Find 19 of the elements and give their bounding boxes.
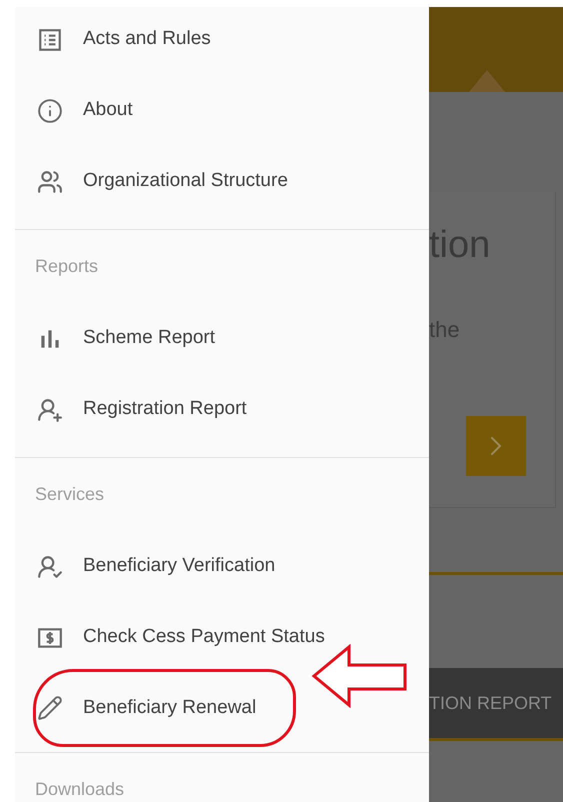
menu-item[interactable]: Beneficiary Verification [15,531,429,602]
menu-item[interactable]: About [15,75,429,146]
report-label[interactable]: TION REPORT [429,690,552,716]
menu-item[interactable]: Acts and Rules [15,7,429,75]
info-icon [37,98,63,124]
section-heading: Services [35,483,104,506]
person-check-icon [37,554,63,580]
menu-item[interactable]: Scheme Report [15,303,429,374]
add-person-icon [37,396,63,422]
next-button[interactable] [466,416,526,476]
section-heading: Reports [35,255,98,278]
pencil-icon [37,695,63,721]
people-icon [37,168,63,194]
menu-item[interactable]: Organizational Structure [15,146,429,217]
triangle-icon [469,70,505,92]
list-icon [37,26,63,52]
section-heading: Downloads [35,778,124,801]
menu-item[interactable]: Registration Report [15,374,429,445]
menu-item[interactable]: Beneficiary Renewal [33,669,296,747]
